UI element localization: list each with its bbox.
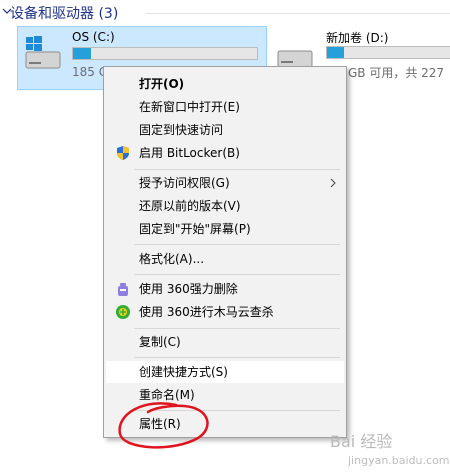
drive-usage-fill [327,47,344,58]
drive-name: OS (C:) [72,30,115,44]
drive-usage-bar [326,46,450,59]
menu-separator [134,357,340,358]
drive-name: 新加卷 (D:) [326,31,389,45]
windows-drive-icon [25,36,61,69]
drive-usage-bar [72,47,258,60]
shield-icon [117,146,129,160]
baidu-watermark: Bai 经验 jingyan.baidu.com [322,414,450,473]
watermark-text: Bai 经验 [330,432,393,451]
360-delete-icon [118,283,128,296]
menu-item-label: 属性(R) [139,417,181,431]
menu-item-360-scan[interactable]: 使用 360进行木马云查杀 [106,301,344,323]
menu-item-label: 格式化(A)... [139,252,205,266]
360-scan-icon [116,305,130,319]
watermark-url: jingyan.baidu.com [348,454,450,467]
menu-item-pin-quick-access[interactable]: 固定到快速访问 [106,119,344,141]
menu-item-open[interactable]: 打开(O) [106,73,344,95]
chevron-right-icon [330,178,336,188]
section-divider [146,13,450,14]
menu-separator [134,410,340,411]
menu-item-label: 授予访问权限(G) [139,176,230,190]
menu-item-create-shortcut[interactable]: 创建快捷方式(S) [106,361,344,383]
menu-item-label: 打开(O) [139,77,185,91]
menu-item-label: 固定到快速访问 [139,123,224,137]
menu-item-label: 还原以前的版本(V) [139,199,241,213]
menu-item-bitlocker[interactable]: 启用 BitLocker(B) [106,142,344,164]
menu-item-properties[interactable]: 属性(R) [106,413,344,435]
menu-item-rename[interactable]: 重命名(M) [106,384,344,406]
menu-item-copy[interactable]: 复制(C) [106,331,344,353]
menu-item-label: 启用 BitLocker(B) [139,146,240,160]
devices-section-header[interactable]: 设备和驱动器 (3) [0,0,450,24]
menu-item-label: 在新窗口中打开(E) [139,100,240,114]
context-menu: 打开(O) 在新窗口中打开(E) 固定到快速访问 启用 BitLocker(B)… [103,66,347,438]
menu-item-pin-start[interactable]: 固定到"开始"屏幕(P) [106,218,344,240]
menu-item-restore-versions[interactable]: 还原以前的版本(V) [106,195,344,217]
menu-separator [134,328,340,329]
menu-item-label: 创建快捷方式(S) [139,365,228,379]
section-title: 设备和驱动器 (3) [10,6,119,22]
menu-item-label: 使用 360强力删除 [139,282,238,296]
drive-usage-fill [73,48,92,59]
menu-item-label: 复制(C) [139,335,181,349]
menu-item-label: 重命名(M) [139,388,195,402]
menu-item-label: 固定到"开始"屏幕(P) [139,222,251,236]
menu-item-grant-access[interactable]: 授予访问权限(G) [106,172,344,194]
menu-item-label: 使用 360进行木马云查杀 [139,305,274,319]
menu-item-360-delete[interactable]: 使用 360强力删除 [106,278,344,300]
menu-item-open-new-window[interactable]: 在新窗口中打开(E) [106,96,344,118]
menu-separator [134,274,340,275]
menu-item-format[interactable]: 格式化(A)... [106,248,344,270]
menu-separator [134,244,340,245]
menu-separator [134,169,340,170]
drive-space-info: GB 可用，共 227 [348,66,445,80]
